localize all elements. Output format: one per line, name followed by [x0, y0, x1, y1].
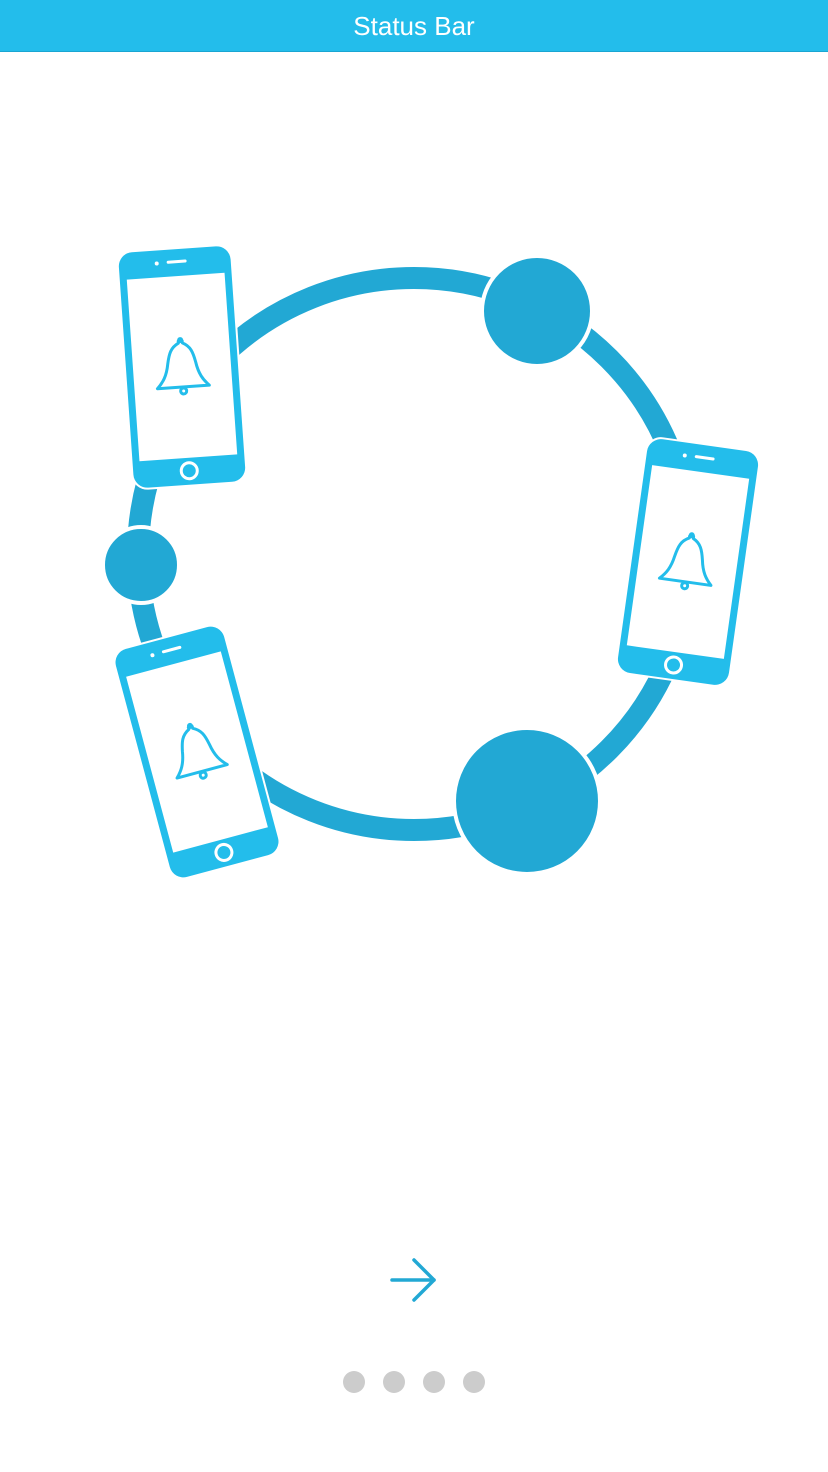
page-dot-4[interactable] — [463, 1371, 485, 1393]
page-dot-1[interactable] — [343, 1371, 365, 1393]
phone-icon-bottom-left — [108, 619, 286, 885]
status-bar: Status Bar — [0, 0, 828, 52]
page-dot-3[interactable] — [423, 1371, 445, 1393]
status-bar-title: Status Bar — [353, 11, 475, 41]
page-indicator — [0, 1371, 828, 1393]
onboarding-illustration — [101, 241, 764, 885]
phone-icon-top-left — [114, 241, 250, 493]
page-dot-2[interactable] — [383, 1371, 405, 1393]
next-button[interactable] — [380, 1248, 448, 1312]
node-circle-top — [480, 254, 594, 368]
arrow-right-icon — [390, 1258, 436, 1302]
phone-icon-right — [612, 433, 764, 691]
node-circle-bottom — [452, 726, 602, 876]
node-circle-left — [101, 525, 181, 605]
